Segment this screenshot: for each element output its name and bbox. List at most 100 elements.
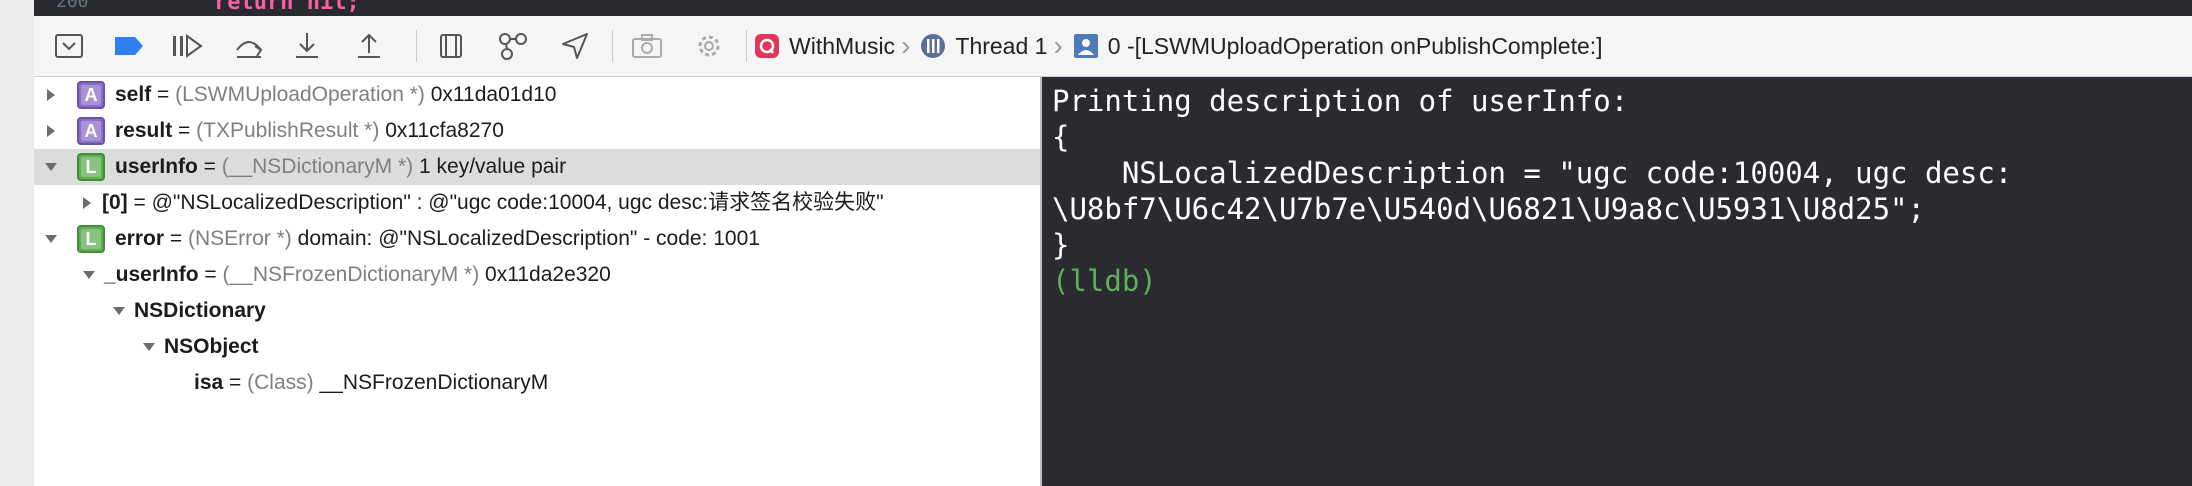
local-badge-icon: L (77, 225, 105, 253)
variable-equals: = (223, 371, 248, 394)
variable-type: (LSWMUploadOperation *) (175, 83, 425, 106)
debug-area-icon (55, 34, 83, 58)
disclosure-triangle-expanded-icon[interactable] (40, 149, 62, 185)
console-line: Printing description of userInfo: (1052, 84, 1629, 118)
disclosure-triangle-expanded-icon[interactable] (138, 329, 160, 365)
disclosure-triangle-expanded-icon[interactable] (108, 293, 130, 329)
step-out-button[interactable] (346, 16, 392, 76)
variable-row-error[interactable]: L error = (NSError *) domain: @"NSLocali… (34, 221, 1040, 257)
disclosure-triangle-expanded-icon[interactable] (78, 257, 100, 293)
memory-graph-icon (499, 33, 527, 60)
view-hierarchy-button[interactable] (428, 16, 474, 76)
variable-name: NSObject (164, 335, 259, 358)
hide-debug-area-button[interactable] (46, 16, 92, 76)
variable-name: self (115, 83, 152, 106)
toolbar-separator (416, 30, 417, 62)
argument-badge-icon: A (77, 81, 105, 109)
variable-value: 0x11da2e320 (479, 263, 611, 286)
gear-icon (698, 35, 720, 57)
variable-name: NSDictionary (134, 299, 266, 322)
breadcrumb-frame-label: 0 -[LSWMUploadOperation onPublishComplet… (1107, 32, 1603, 59)
chevron-right-icon: › (1053, 30, 1063, 61)
console-line: { (1052, 120, 1070, 154)
camera-button[interactable] (624, 16, 670, 76)
environment-overrides-button[interactable] (686, 16, 732, 76)
breadcrumb-frame[interactable]: 0 -[LSWMUploadOperation onPublishComplet… (1073, 33, 1603, 60)
simulate-location-button[interactable] (552, 16, 598, 76)
variable-equals: = (172, 119, 197, 142)
variable-row-entry-0[interactable]: [0] = @"NSLocalizedDescription" : @"ugc … (34, 185, 1040, 221)
lldb-console[interactable]: Printing description of userInfo: { NSLo… (1042, 77, 2192, 486)
variable-row-isa[interactable]: isa = (Class) __NSFrozenDictionaryM (34, 365, 1040, 401)
variable-equals: = (198, 263, 223, 286)
step-over-button[interactable] (226, 16, 272, 76)
variable-row-nsobject[interactable]: NSObject (34, 329, 1040, 365)
variable-name: _userInfo (104, 263, 199, 286)
variable-type: (TXPublishResult *) (196, 119, 380, 142)
debug-toolbar: WithMusic › Thread 1 › 0 -[LSWMUploadOpe… (34, 16, 2192, 77)
editor-gutter (0, 0, 35, 486)
app-icon (754, 33, 780, 59)
continue-button[interactable] (164, 16, 210, 76)
breadcrumb-thread[interactable]: Thread 1 (920, 33, 1047, 60)
argument-badge-icon: A (77, 117, 105, 145)
continue-icon (173, 34, 203, 58)
variable-row-self[interactable]: A self = (LSWMUploadOperation *) 0x11da0… (34, 77, 1040, 113)
breadcrumb-app-label: WithMusic (789, 32, 896, 59)
variable-value: @"NSLocalizedDescription" : @"ugc code:1… (151, 191, 884, 214)
variable-row-private-userinfo[interactable]: _userInfo = (__NSFrozenDictionaryM *) 0x… (34, 257, 1040, 293)
location-icon (562, 33, 588, 59)
disclosure-triangle-icon[interactable] (40, 77, 62, 113)
breakpoint-icon (115, 37, 143, 55)
view-hierarchy-icon (440, 34, 462, 58)
step-into-icon (296, 33, 318, 58)
toolbar-separator (746, 30, 747, 62)
breadcrumb-app[interactable]: WithMusic (754, 33, 895, 60)
variable-equals: = (164, 227, 188, 250)
variable-equals: = (127, 191, 152, 214)
disclosure-triangle-expanded-icon[interactable] (40, 221, 62, 257)
toolbar-separator (612, 30, 613, 62)
variable-equals: = (197, 155, 222, 178)
variable-name: [0] (102, 191, 128, 214)
breadcrumb: WithMusic › Thread 1 › 0 -[LSWMUploadOpe… (754, 16, 1603, 76)
console-line: \U8bf7\U6c42\U7b7e\U540d\U6821\U9a8c\U59… (1052, 192, 1925, 226)
thread-icon (920, 33, 946, 59)
variable-row-userinfo[interactable]: L userInfo = (__NSDictionaryM *) 1 key/v… (34, 149, 1040, 185)
variable-value: 0x11da01d10 (424, 83, 557, 106)
variable-name: result (115, 119, 173, 142)
breakpoints-toggle-button[interactable] (106, 16, 152, 76)
code-line: return nil; (214, 0, 360, 15)
disclosure-triangle-icon[interactable] (40, 113, 62, 149)
variable-value: domain: @"NSLocalizedDescription" - code… (291, 227, 760, 250)
camera-icon (632, 34, 662, 58)
variable-name: error (115, 227, 165, 250)
variable-equals: = (151, 83, 176, 106)
console-line: } (1052, 228, 1070, 262)
variable-value: 1 key/value pair (413, 155, 567, 178)
memory-graph-button[interactable] (490, 16, 536, 76)
variable-type: (__NSFrozenDictionaryM *) (222, 263, 480, 286)
console-prompt[interactable]: (lldb) (1052, 263, 1157, 299)
code-editor-strip: 200 return nil; (34, 0, 2192, 16)
line-number: 200 (56, 0, 89, 12)
variable-value: 0x11cfa8270 (379, 119, 504, 142)
variable-type: (__NSDictionaryM *) (221, 155, 414, 178)
variable-row-nsdictionary[interactable]: NSDictionary (34, 293, 1040, 329)
variables-view: A self = (LSWMUploadOperation *) 0x11da0… (34, 77, 1040, 486)
variable-value: __NSFrozenDictionaryM (313, 371, 549, 394)
variable-type: (Class) (247, 371, 314, 394)
disclosure-triangle-icon[interactable] (76, 185, 98, 221)
local-badge-icon: L (77, 153, 105, 181)
chevron-right-icon: › (901, 30, 911, 61)
breadcrumb-thread-label: Thread 1 (955, 32, 1048, 59)
variable-type: (NSError *) (187, 227, 292, 250)
variable-name: isa (194, 371, 224, 394)
step-over-icon (236, 41, 263, 58)
step-into-button[interactable] (284, 16, 330, 76)
variable-name: userInfo (115, 155, 198, 178)
step-out-icon (358, 33, 380, 58)
console-line: NSLocalizedDescription = "ugc code:10004… (1052, 156, 2013, 190)
variable-row-result[interactable]: A result = (TXPublishResult *) 0x11cfa82… (34, 113, 1040, 149)
stack-frame-icon (1073, 33, 1099, 59)
